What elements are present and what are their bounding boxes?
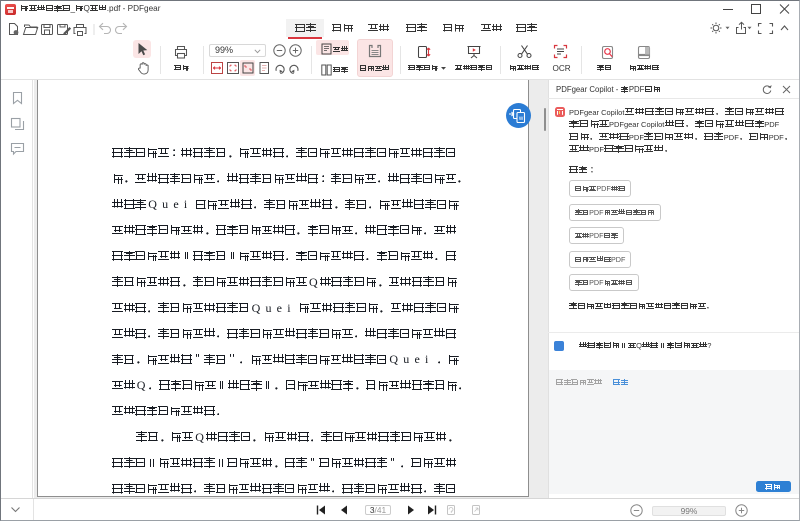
svg-text:w: w [517,116,523,122]
